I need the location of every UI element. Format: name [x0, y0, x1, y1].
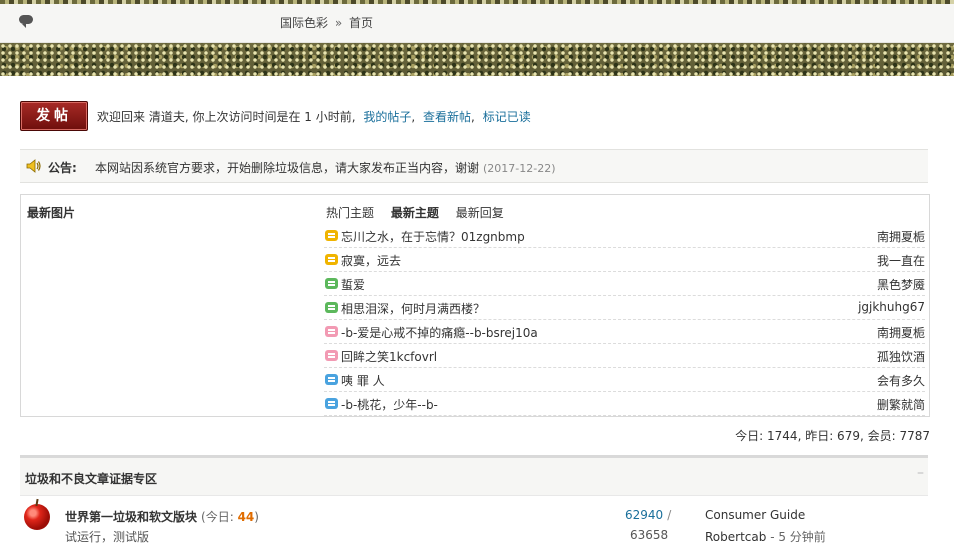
- site-stats: 今日: 1744, 昨日: 679, 会员: 7787: [735, 429, 930, 443]
- tab-latest-replies[interactable]: 最新回复: [456, 206, 504, 220]
- thread-row: 寂寞，远去 我一直在: [324, 248, 925, 272]
- thread-tabs: 热门主题 最新主题 最新回复: [326, 204, 517, 221]
- collapse-icon[interactable]: –: [917, 465, 924, 481]
- thread-title-link[interactable]: 忘川之水，在于忘情？01zgnbmp: [341, 228, 525, 245]
- latest-pictures-title: 最新图片: [27, 206, 76, 220]
- forum-thread-count: 62940/: [625, 508, 672, 522]
- thread-author-link[interactable]: 我一直在: [877, 252, 925, 269]
- welcome-message: 欢迎回来 清道夫, 你上次访问时间是在 1 小时前, 我的帖子, 查看新帖, 标…: [97, 110, 531, 124]
- thread-title-link[interactable]: -b-桃花，少年--b-: [341, 396, 438, 413]
- forum-description: 试运行，测试版: [65, 530, 150, 544]
- thread-row: -b-爱是心戒不掉的痛瘾--b-bsrej10a 南拥夏栀: [324, 320, 925, 344]
- announcement-text[interactable]: 本网站因系统官方要求，开始删除垃圾信息，请大家发布正当内容，谢谢 (2017-12…: [95, 159, 556, 176]
- breadcrumb-home-link[interactable]: 首页: [349, 16, 373, 30]
- breadcrumb-site-link[interactable]: 国际色彩: [280, 16, 328, 30]
- thread-author-link[interactable]: 黑色梦魇: [877, 276, 925, 293]
- thread-type-icon: [325, 254, 338, 265]
- thread-title-link[interactable]: -b-爱是心戒不掉的痛瘾--b-bsrej10a: [341, 324, 538, 341]
- forum-category-header: 垃圾和不良文章证据专区 –: [20, 455, 928, 496]
- last-post-user[interactable]: Robertcab: [705, 530, 766, 544]
- thread-list: 忘川之水，在于忘情？01zgnbmp 南拥夏栀 寂寞，远去 我一直在 蜇爱 黑色梦魇 相思泪…: [324, 224, 925, 416]
- thread-title-link[interactable]: 相思泪深，何时月满西楼？: [341, 300, 485, 317]
- thread-author-link[interactable]: 会有多久: [877, 372, 925, 389]
- thread-title-link[interactable]: 咦 罪 人: [341, 372, 385, 389]
- category-title[interactable]: 垃圾和不良文章证据专区: [25, 470, 157, 487]
- thread-author-link[interactable]: jgjkhuhg67: [858, 300, 925, 314]
- thread-row: 咦 罪 人 会有多久: [324, 368, 925, 392]
- thread-type-icon: [325, 302, 338, 313]
- thread-row: -b-桃花，少年--b- 删繁就简: [324, 392, 925, 416]
- last-post-meta: Robertcab - 5 分钟前: [705, 528, 826, 545]
- thread-row: 回眸之笑1kcfovrl 孤独饮酒: [324, 344, 925, 368]
- thread-title-link[interactable]: 寂寞，远去: [341, 252, 401, 269]
- thread-type-icon: [325, 230, 338, 241]
- forum-apple-icon: [24, 504, 50, 530]
- new-posts-link[interactable]: 查看新帖: [423, 110, 471, 124]
- forum-thread-count-link[interactable]: 62940: [625, 508, 663, 522]
- last-post-link[interactable]: Consumer Guide: [705, 508, 805, 522]
- new-post-button[interactable]: 发帖: [20, 101, 88, 131]
- tab-latest-topics[interactable]: 最新主题: [391, 206, 439, 220]
- latest-content-panel: 最新图片 热门主题 最新主题 最新回复 忘川之水，在于忘情？01zgnbmp 南拥…: [20, 194, 930, 417]
- forum-post-count: 63658: [630, 528, 669, 542]
- chat-bubble-icon[interactable]: [19, 15, 33, 28]
- forum-name-link[interactable]: 世界第一垃圾和软文版块: [65, 510, 197, 524]
- forum-name: 世界第一垃圾和软文版块 (今日: 44): [65, 508, 259, 525]
- thread-title-link[interactable]: 回眸之笑1kcfovrl: [341, 348, 437, 365]
- speaker-icon: [26, 159, 41, 173]
- last-post-title: Consumer Guide: [705, 508, 805, 522]
- thread-type-icon: [325, 278, 338, 289]
- thread-author-link[interactable]: 删繁就简: [877, 396, 925, 413]
- my-posts-link[interactable]: 我的帖子: [363, 110, 411, 124]
- welcome-text: 欢迎回来 清道夫, 你上次访问时间是在 1 小时前,: [97, 110, 356, 124]
- announcement-label: 公告:: [48, 161, 77, 175]
- breadcrumb: 国际色彩 » 首页: [280, 14, 373, 31]
- thread-row: 蜇爱 黑色梦魇: [324, 272, 925, 296]
- announcement-bar: 公告: 本网站因系统官方要求，开始删除垃圾信息，请大家发布正当内容，谢谢 (201…: [20, 149, 928, 183]
- thread-type-icon: [325, 398, 338, 409]
- thread-row: 忘川之水，在于忘情？01zgnbmp 南拥夏栀: [324, 224, 925, 248]
- top-bar: 国际色彩 » 首页: [0, 0, 954, 43]
- thread-type-icon: [325, 350, 338, 361]
- forum-row: 世界第一垃圾和软文版块 (今日: 44) 试运行，测试版 62940/ 63658…: [20, 498, 928, 551]
- announcement-content[interactable]: 本网站因系统官方要求，开始删除垃圾信息，请大家发布正当内容，谢谢: [95, 161, 479, 175]
- thread-type-icon: [325, 326, 338, 337]
- thread-row: 相思泪深，何时月满西楼？ jgjkhuhg67: [324, 296, 925, 320]
- last-post-time: - 5 分钟前: [770, 530, 826, 544]
- forum-today-count: (今日: 44): [201, 510, 259, 524]
- breadcrumb-separator: »: [334, 16, 343, 30]
- thread-title-link[interactable]: 蜇爱: [341, 276, 365, 293]
- thread-author-link[interactable]: 孤独饮酒: [877, 348, 925, 365]
- thread-type-icon: [325, 374, 338, 385]
- thread-author-link[interactable]: 南拥夏栀: [877, 324, 925, 341]
- announcement-date: (2017-12-22): [483, 162, 556, 175]
- header-banner-image: [0, 43, 954, 76]
- tab-hot-topics[interactable]: 热门主题: [326, 206, 374, 220]
- thread-author-link[interactable]: 南拥夏栀: [877, 228, 925, 245]
- mark-read-link[interactable]: 标记已读: [483, 110, 531, 124]
